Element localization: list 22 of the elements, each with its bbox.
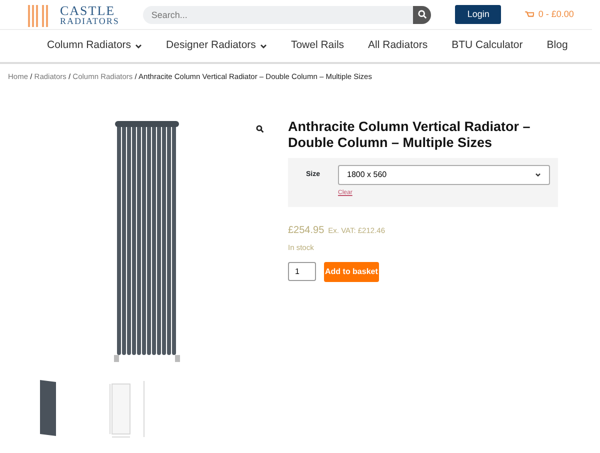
search-field[interactable]: Search... — [143, 6, 414, 24]
nav-link[interactable]: Blog — [546, 38, 568, 54]
magnifier-icon — [256, 125, 264, 134]
logo-text: RADIATORS — [60, 16, 120, 26]
product-title: Anthracite Column Vertical Radiator – Double Column – Multiple Sizes — [288, 119, 532, 150]
radiator-thumbnail-drawing — [38, 379, 56, 438]
nav-link[interactable]: Designer Radiators — [166, 38, 267, 54]
login-button[interactable]: Login — [455, 4, 502, 24]
nav-link[interactable]: All Radiators — [368, 38, 428, 54]
price: £254.95 — [288, 224, 324, 238]
search-icon — [418, 10, 427, 19]
chevron-down-icon — [135, 44, 142, 48]
quantity-field[interactable]: 1 — [288, 262, 316, 281]
size-select[interactable]: 1800 x 560 — [338, 165, 550, 186]
chevron-down-icon — [535, 173, 541, 178]
basket-icon — [525, 10, 534, 18]
nav-link[interactable]: BTU Calculator — [452, 38, 523, 54]
logo-text: CASTLE — [60, 4, 116, 16]
nav-link[interactable]: Column Radiators — [47, 38, 142, 54]
chevron-down-icon — [260, 44, 267, 48]
nav-link[interactable]: Towel Rails — [290, 38, 344, 54]
search-button[interactable] — [413, 6, 432, 24]
